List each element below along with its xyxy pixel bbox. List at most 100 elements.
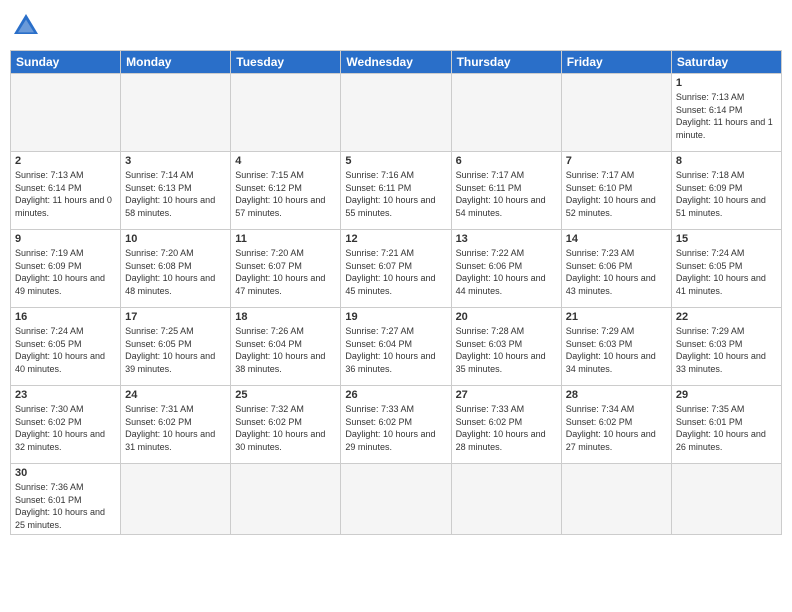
cell-text: Sunrise: 7:32 AM Sunset: 6:02 PM Dayligh… (235, 403, 336, 453)
calendar-cell (231, 74, 341, 152)
col-thursday: Thursday (451, 51, 561, 74)
col-wednesday: Wednesday (341, 51, 451, 74)
calendar-cell: 26 Sunrise: 7:33 AM Sunset: 6:02 PM Dayli… (341, 386, 451, 464)
calendar-cell (561, 464, 671, 535)
day-number: 6 (456, 155, 557, 167)
calendar-header: Sunday Monday Tuesday Wednesday Thursday… (11, 51, 782, 74)
calendar-cell: 21Sunrise: 7:29 AM Sunset: 6:03 PM Dayli… (561, 308, 671, 386)
header-row: Sunday Monday Tuesday Wednesday Thursday… (11, 51, 782, 74)
cell-text: Sunrise: 7:24 AM Sunset: 6:05 PM Dayligh… (676, 247, 777, 297)
calendar: Sunday Monday Tuesday Wednesday Thursday… (10, 50, 782, 535)
day-number: 20 (456, 311, 557, 323)
day-number: 11 (235, 233, 336, 245)
week-row-0: 1Sunrise: 7:13 AM Sunset: 6:14 PM Daylig… (11, 74, 782, 152)
day-number: 8 (676, 155, 777, 167)
calendar-cell: 10 Sunrise: 7:20 AM Sunset: 6:08 PM Dayli… (121, 230, 231, 308)
calendar-cell: 7 Sunrise: 7:17 AM Sunset: 6:10 PM Daylig… (561, 152, 671, 230)
calendar-cell: 24Sunrise: 7:31 AM Sunset: 6:02 PM Dayli… (121, 386, 231, 464)
day-number: 12 (345, 233, 446, 245)
day-number: 9 (15, 233, 116, 245)
cell-text: Sunrise: 7:13 AM Sunset: 6:14 PM Dayligh… (15, 169, 116, 219)
day-number: 17 (125, 311, 226, 323)
cell-text: Sunrise: 7:15 AM Sunset: 6:12 PM Dayligh… (235, 169, 336, 219)
day-number: 25 (235, 389, 336, 401)
calendar-cell: 25 Sunrise: 7:32 AM Sunset: 6:02 PM Dayli… (231, 386, 341, 464)
day-number: 28 (566, 389, 667, 401)
day-number: 27 (456, 389, 557, 401)
calendar-cell (121, 74, 231, 152)
col-sunday: Sunday (11, 51, 121, 74)
cell-text: Sunrise: 7:25 AM Sunset: 6:05 PM Dayligh… (125, 325, 226, 375)
day-number: 13 (456, 233, 557, 245)
day-number: 29 (676, 389, 777, 401)
day-number: 14 (566, 233, 667, 245)
calendar-cell: 16 Sunrise: 7:24 AM Sunset: 6:05 PM Dayli… (11, 308, 121, 386)
calendar-cell (341, 464, 451, 535)
calendar-cell (121, 464, 231, 535)
cell-text: Sunrise: 7:28 AM Sunset: 6:03 PM Dayligh… (456, 325, 557, 375)
day-number: 15 (676, 233, 777, 245)
calendar-cell: 19Sunrise: 7:27 AM Sunset: 6:04 PM Dayli… (341, 308, 451, 386)
cell-text: Sunrise: 7:17 AM Sunset: 6:10 PM Dayligh… (566, 169, 667, 219)
calendar-cell: 22Sunrise: 7:29 AM Sunset: 6:03 PM Dayli… (671, 308, 781, 386)
day-number: 30 (15, 467, 116, 479)
calendar-cell: 15 Sunrise: 7:24 AM Sunset: 6:05 PM Dayli… (671, 230, 781, 308)
cell-text: Sunrise: 7:29 AM Sunset: 6:03 PM Dayligh… (676, 325, 777, 375)
cell-text: Sunrise: 7:33 AM Sunset: 6:02 PM Dayligh… (345, 403, 446, 453)
calendar-cell (561, 74, 671, 152)
cell-text: Sunrise: 7:27 AM Sunset: 6:04 PM Dayligh… (345, 325, 446, 375)
calendar-cell: 20 Sunrise: 7:28 AM Sunset: 6:03 PM Dayli… (451, 308, 561, 386)
cell-text: Sunrise: 7:31 AM Sunset: 6:02 PM Dayligh… (125, 403, 226, 453)
cell-text: Sunrise: 7:34 AM Sunset: 6:02 PM Dayligh… (566, 403, 667, 453)
calendar-cell: 13 Sunrise: 7:22 AM Sunset: 6:06 PM Dayli… (451, 230, 561, 308)
calendar-cell: 1Sunrise: 7:13 AM Sunset: 6:14 PM Daylig… (671, 74, 781, 152)
logo-icon (10, 10, 42, 42)
day-number: 3 (125, 155, 226, 167)
calendar-cell: 11 Sunrise: 7:20 AM Sunset: 6:07 PM Dayli… (231, 230, 341, 308)
day-number: 23 (15, 389, 116, 401)
day-number: 7 (566, 155, 667, 167)
page: Sunday Monday Tuesday Wednesday Thursday… (0, 0, 792, 612)
cell-text: Sunrise: 7:24 AM Sunset: 6:05 PM Dayligh… (15, 325, 116, 375)
cell-text: Sunrise: 7:33 AM Sunset: 6:02 PM Dayligh… (456, 403, 557, 453)
cell-text: Sunrise: 7:35 AM Sunset: 6:01 PM Dayligh… (676, 403, 777, 453)
cell-text: Sunrise: 7:30 AM Sunset: 6:02 PM Dayligh… (15, 403, 116, 453)
calendar-cell: 5 Sunrise: 7:16 AM Sunset: 6:11 PM Daylig… (341, 152, 451, 230)
cell-text: Sunrise: 7:14 AM Sunset: 6:13 PM Dayligh… (125, 169, 226, 219)
calendar-cell: 4Sunrise: 7:15 AM Sunset: 6:12 PM Daylig… (231, 152, 341, 230)
calendar-cell (11, 74, 121, 152)
cell-text: Sunrise: 7:18 AM Sunset: 6:09 PM Dayligh… (676, 169, 777, 219)
calendar-cell: 9 Sunrise: 7:19 AM Sunset: 6:09 PM Daylig… (11, 230, 121, 308)
cell-text: Sunrise: 7:20 AM Sunset: 6:08 PM Dayligh… (125, 247, 226, 297)
week-row-5: 30Sunrise: 7:36 AM Sunset: 6:01 PM Dayli… (11, 464, 782, 535)
week-row-1: 2Sunrise: 7:13 AM Sunset: 6:14 PM Daylig… (11, 152, 782, 230)
cell-text: Sunrise: 7:26 AM Sunset: 6:04 PM Dayligh… (235, 325, 336, 375)
col-monday: Monday (121, 51, 231, 74)
week-row-3: 16 Sunrise: 7:24 AM Sunset: 6:05 PM Dayli… (11, 308, 782, 386)
calendar-cell: 8 Sunrise: 7:18 AM Sunset: 6:09 PM Daylig… (671, 152, 781, 230)
cell-text: Sunrise: 7:19 AM Sunset: 6:09 PM Dayligh… (15, 247, 116, 297)
calendar-cell (341, 74, 451, 152)
calendar-cell: 17 Sunrise: 7:25 AM Sunset: 6:05 PM Dayli… (121, 308, 231, 386)
calendar-cell: 12Sunrise: 7:21 AM Sunset: 6:07 PM Dayli… (341, 230, 451, 308)
header (10, 10, 782, 42)
calendar-cell: 28 Sunrise: 7:34 AM Sunset: 6:02 PM Dayli… (561, 386, 671, 464)
day-number: 5 (345, 155, 446, 167)
cell-text: Sunrise: 7:13 AM Sunset: 6:14 PM Dayligh… (676, 91, 777, 141)
day-number: 10 (125, 233, 226, 245)
calendar-cell: 6 Sunrise: 7:17 AM Sunset: 6:11 PM Daylig… (451, 152, 561, 230)
col-saturday: Saturday (671, 51, 781, 74)
week-row-2: 9 Sunrise: 7:19 AM Sunset: 6:09 PM Daylig… (11, 230, 782, 308)
day-number: 26 (345, 389, 446, 401)
cell-text: Sunrise: 7:17 AM Sunset: 6:11 PM Dayligh… (456, 169, 557, 219)
week-row-4: 23 Sunrise: 7:30 AM Sunset: 6:02 PM Dayli… (11, 386, 782, 464)
cell-text: Sunrise: 7:20 AM Sunset: 6:07 PM Dayligh… (235, 247, 336, 297)
calendar-cell: 3 Sunrise: 7:14 AM Sunset: 6:13 PM Daylig… (121, 152, 231, 230)
calendar-cell: 30Sunrise: 7:36 AM Sunset: 6:01 PM Dayli… (11, 464, 121, 535)
cell-text: Sunrise: 7:16 AM Sunset: 6:11 PM Dayligh… (345, 169, 446, 219)
col-tuesday: Tuesday (231, 51, 341, 74)
calendar-cell: 14Sunrise: 7:23 AM Sunset: 6:06 PM Dayli… (561, 230, 671, 308)
day-number: 16 (15, 311, 116, 323)
calendar-cell: 23 Sunrise: 7:30 AM Sunset: 6:02 PM Dayli… (11, 386, 121, 464)
cell-text: Sunrise: 7:22 AM Sunset: 6:06 PM Dayligh… (456, 247, 557, 297)
